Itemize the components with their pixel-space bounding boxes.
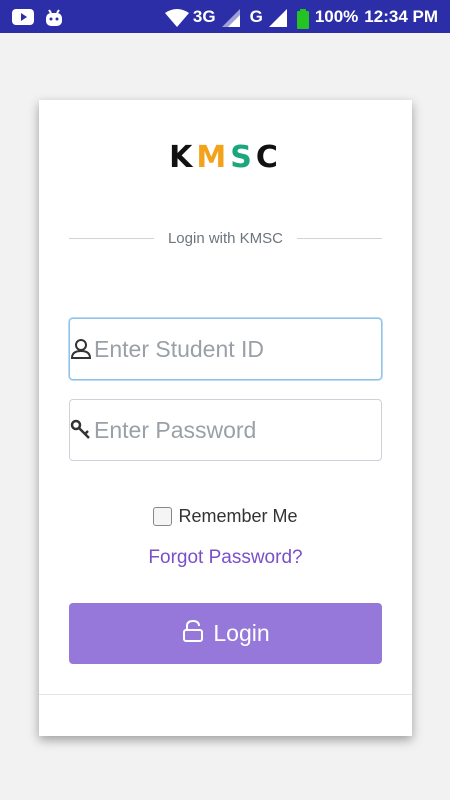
- signal-icon: [268, 8, 291, 27]
- logo-letter-m: M: [196, 140, 231, 175]
- wifi-icon: [164, 8, 189, 27]
- login-card: KMSC Login with KMSC Remember Me Forgot …: [39, 100, 412, 736]
- battery-percent: 100%: [314, 6, 359, 26]
- divider-text: Login with KMSC: [167, 229, 284, 247]
- key-icon: [70, 419, 92, 441]
- youtube-icon: [12, 8, 34, 25]
- logo-letter-c: C: [255, 140, 282, 175]
- password-input[interactable]: [92, 415, 392, 445]
- lock-icon: [181, 619, 205, 649]
- clock: 12:34 PM: [364, 6, 438, 26]
- card-footer-divider: [39, 694, 412, 695]
- password-field[interactable]: [69, 399, 392, 461]
- remember-me: Remember Me: [39, 506, 412, 527]
- divider-line-right: [297, 237, 382, 239]
- divider-line-left: [69, 237, 154, 239]
- remember-me-label[interactable]: Remember Me: [178, 506, 297, 527]
- student-id-field[interactable]: [69, 318, 392, 380]
- student-id-input[interactable]: [92, 334, 392, 364]
- battery-icon: [296, 8, 309, 29]
- network-3g: 3G: [192, 6, 216, 26]
- status-bar: 3G G 100% 12:34 PM: [0, 0, 450, 33]
- login-button-label: Login: [213, 620, 270, 646]
- remember-me-checkbox[interactable]: [153, 507, 173, 526]
- login-divider: Login with KMSC: [69, 228, 382, 248]
- logo-letter-s: S: [230, 140, 256, 175]
- kmsc-logo: KMSC: [39, 140, 412, 175]
- logo-letter-k: K: [169, 140, 197, 175]
- forgot-password-link[interactable]: Forgot Password?: [39, 547, 412, 569]
- user-icon: [70, 338, 92, 360]
- login-button[interactable]: Login: [69, 603, 382, 664]
- network-g: G: [249, 6, 263, 26]
- signal-icon: [221, 8, 244, 27]
- android-icon: [44, 8, 66, 26]
